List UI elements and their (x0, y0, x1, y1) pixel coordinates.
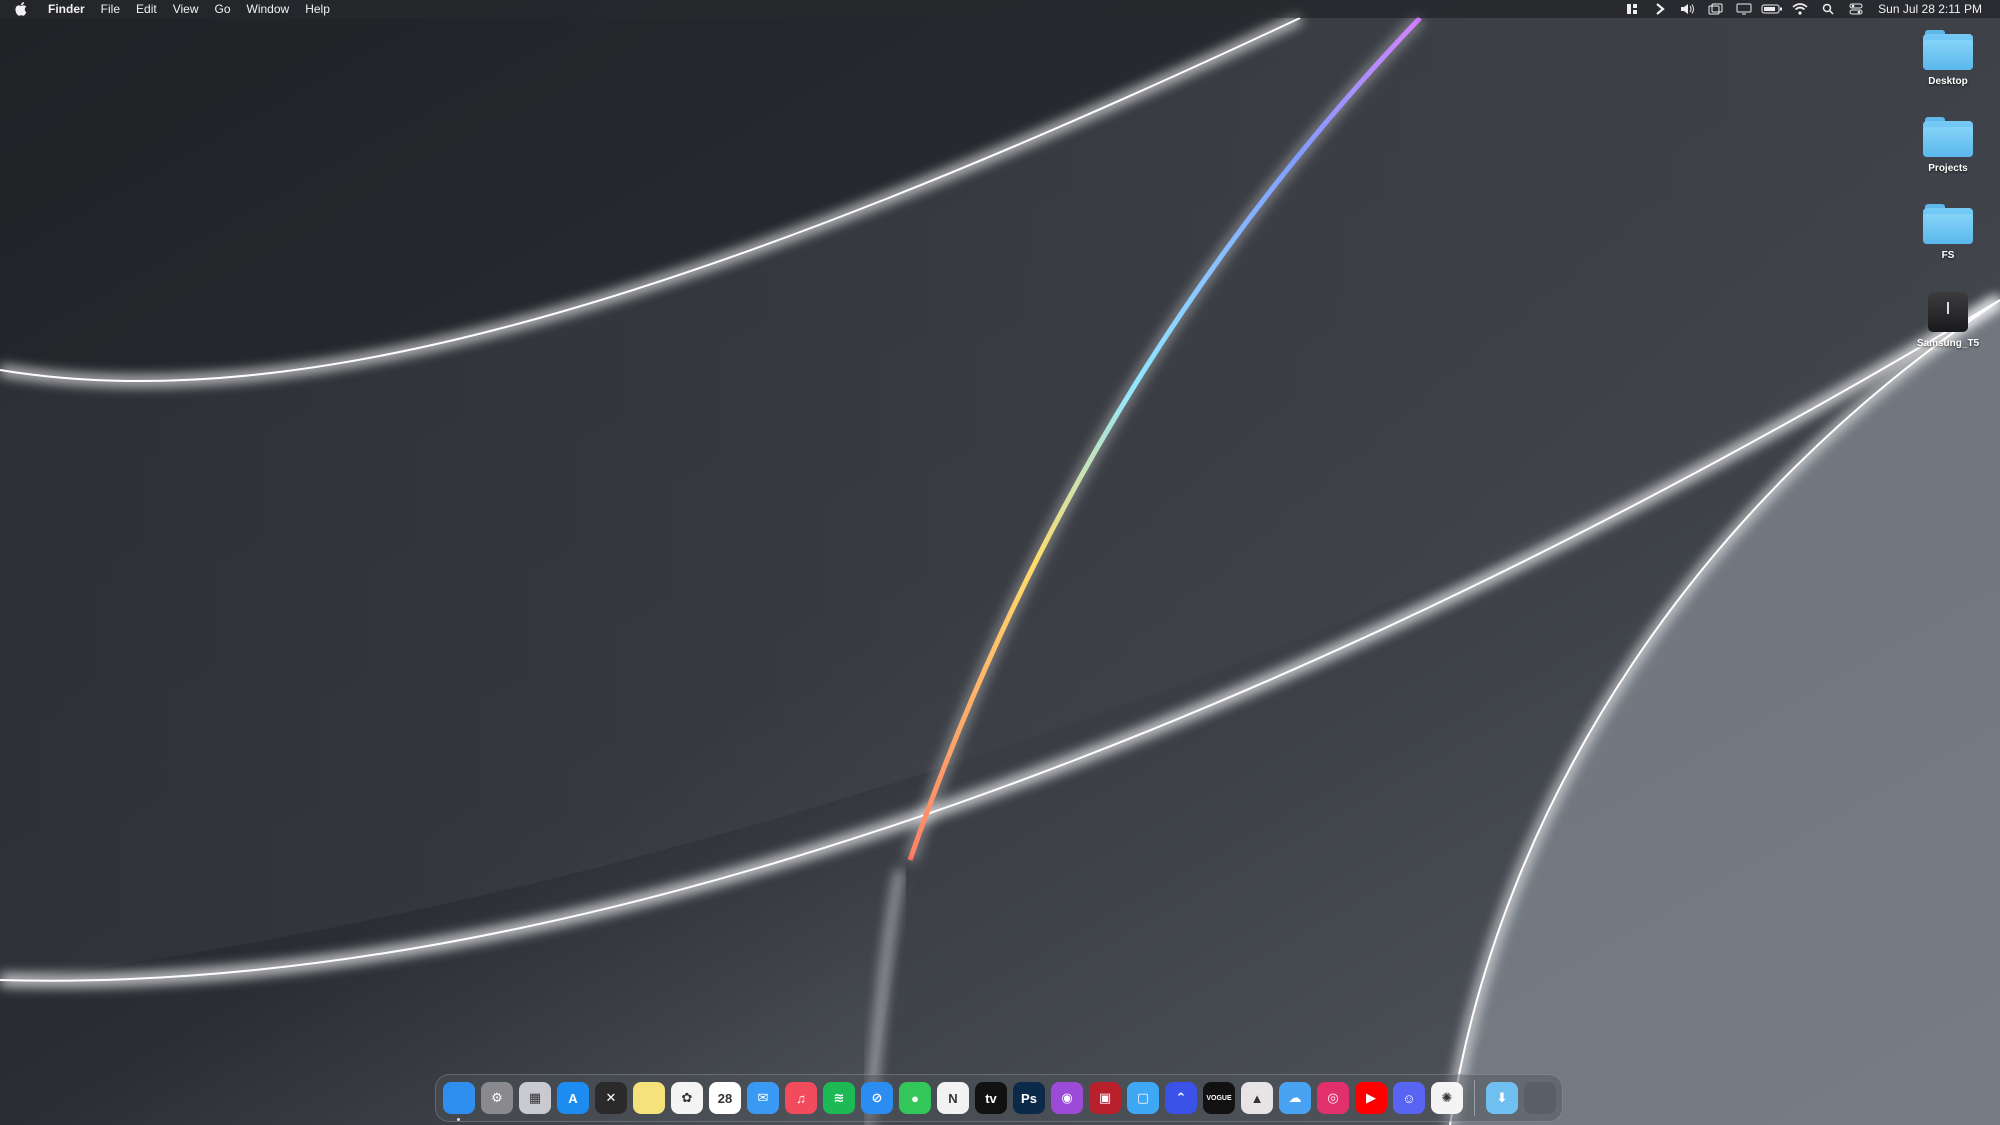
dock: ⚙ ▦ A ✕ ✿ 28 ✉ ♫ ≋ ⊘ ● Ntv Ps ◉ ▣ ▢ ⌃ VOGUE ▲ ☁ ◎ ▶ ☺ ✺ ⬇ (435, 1074, 1563, 1122)
dock-glyph: ✉ (757, 1090, 769, 1105)
dock-music-icon[interactable]: ♫ (785, 1082, 817, 1114)
dock-system-settings-icon[interactable]: ⚙ (481, 1082, 513, 1114)
display-icon[interactable] (1733, 0, 1755, 18)
dock-glyph: ✿ (681, 1090, 693, 1105)
chevron-icon[interactable] (1649, 0, 1671, 18)
dock-glyph: 28 (717, 1090, 733, 1106)
dock-safari-icon[interactable]: ⊘ (861, 1082, 893, 1114)
dock-glyph: ♫ (796, 1090, 806, 1106)
dock-glyph: VOGUE (1206, 1094, 1232, 1102)
dock-glyph: ▲ (1250, 1090, 1264, 1106)
dock-glyph: ✺ (1441, 1090, 1453, 1105)
dock-glyph: tv (985, 1090, 997, 1106)
running-indicator (457, 1118, 460, 1121)
menu-help[interactable]: Help (297, 0, 338, 18)
dock-downloads-folder-icon[interactable]: ⬇ (1486, 1082, 1518, 1114)
dock-glyph: ▢ (1136, 1090, 1150, 1105)
desktop-wallpaper (0, 0, 2000, 1125)
dock-instagram-icon[interactable]: ◎ (1317, 1082, 1349, 1114)
desktop-item-fs[interactable]: FS (1903, 204, 1993, 261)
folder-icon (1923, 117, 1973, 157)
dock-apple-tv-icon[interactable]: tv (975, 1082, 1007, 1114)
menu-window[interactable]: Window (239, 0, 298, 18)
menu-edit[interactable]: Edit (128, 0, 165, 18)
desktop-item-label: Projects (1928, 163, 1968, 174)
dock-vogue-icon[interactable]: VOGUE (1203, 1082, 1235, 1114)
dock-launchpad-icon[interactable]: ▦ (519, 1082, 551, 1114)
folder-icon (1923, 30, 1973, 70)
dock-glyph: ⊘ (871, 1090, 883, 1105)
dock-finder-icon[interactable] (443, 1082, 475, 1121)
desktop-item-desktop[interactable]: Desktop (1903, 30, 1993, 87)
control-center-icon[interactable] (1845, 0, 1867, 18)
desktop-item-label: FS (1941, 250, 1955, 261)
dock-weather-icon[interactable]: ☁ (1279, 1082, 1311, 1114)
dock-trash-icon[interactable] (1524, 1082, 1556, 1114)
menu-go[interactable]: Go (207, 0, 239, 18)
battery-icon[interactable] (1761, 0, 1783, 18)
grid-icon[interactable] (1621, 0, 1643, 18)
dock-glyph: ≋ (833, 1090, 845, 1105)
dock-podcasts-icon[interactable]: ◉ (1051, 1082, 1083, 1114)
menu-view[interactable]: View (165, 0, 207, 18)
menu-clock[interactable]: Sun Jul 28 2:11 PM (1878, 0, 1982, 18)
dock-spotify-icon[interactable]: ≋ (823, 1082, 855, 1114)
dock-glyph: ⚙ (491, 1090, 503, 1105)
dock-chatgpt-icon[interactable]: ✺ (1431, 1082, 1463, 1114)
dock-calendar-icon[interactable]: 28 (709, 1082, 741, 1114)
wifi-icon[interactable] (1789, 0, 1811, 18)
external-drive-icon (1928, 292, 1968, 332)
dock-glyph: ☁ (1288, 1090, 1302, 1105)
dock-preview-icon[interactable]: ▢ (1127, 1082, 1159, 1114)
desktop-item-label: Samsung_T5 (1916, 338, 1980, 349)
dock-youtube-icon[interactable]: ▶ (1355, 1082, 1387, 1114)
dock-glyph: A (568, 1090, 578, 1106)
dock-glyph: ⬇ (1496, 1090, 1508, 1105)
menu-app-finder[interactable]: Finder (40, 0, 93, 18)
search-icon[interactable] (1817, 0, 1839, 18)
apple-menu-icon[interactable] (12, 0, 30, 18)
dock-glyph: ▦ (528, 1090, 542, 1105)
dock-notes-icon[interactable] (633, 1082, 665, 1114)
dock-glyph: ✕ (605, 1090, 617, 1105)
desktop-item-label: Desktop (1928, 76, 1968, 87)
dock-affinity-icon[interactable]: ▲ (1241, 1082, 1273, 1114)
dock-separator (1474, 1080, 1475, 1116)
dock-glyph: ▣ (1098, 1090, 1112, 1105)
dock-app-store-icon[interactable]: A (557, 1082, 589, 1114)
dock-glyph: N (948, 1090, 958, 1106)
desktop-item-samsung-t5[interactable]: Samsung_T5 (1903, 292, 1993, 349)
dock-discord-icon[interactable]: ☺ (1393, 1082, 1425, 1114)
dock-tes-icon[interactable]: ✕ (595, 1082, 627, 1114)
dock-mail-icon[interactable]: ✉ (747, 1082, 779, 1114)
dock-photos-icon[interactable]: ✿ (671, 1082, 703, 1114)
dock-glyph: ▶ (1366, 1090, 1376, 1105)
dock-glyph: ◎ (1327, 1090, 1339, 1105)
dock-photo-booth-icon[interactable]: ▣ (1089, 1082, 1121, 1114)
menu-bar: Finder File Edit View Go Window Help Sun… (0, 0, 2000, 18)
dock-glyph: Ps (1021, 1090, 1037, 1106)
dock-glyph: ☺ (1402, 1090, 1416, 1106)
dock-navigator-icon[interactable]: ⌃ (1165, 1082, 1197, 1114)
dock-glyph: ◉ (1061, 1090, 1073, 1105)
volume-icon[interactable] (1677, 0, 1699, 18)
menu-file[interactable]: File (93, 0, 128, 18)
desktop-item-projects[interactable]: Projects (1903, 117, 1993, 174)
dock-glyph: ⌃ (1175, 1090, 1187, 1105)
dock-photoshop-icon[interactable]: Ps (1013, 1082, 1045, 1114)
dock-glyph: ● (911, 1090, 919, 1106)
folder-icon (1923, 204, 1973, 244)
dock-news-icon[interactable]: N (937, 1082, 969, 1114)
screens-icon[interactable] (1705, 0, 1727, 18)
dock-messages-icon[interactable]: ● (899, 1082, 931, 1114)
